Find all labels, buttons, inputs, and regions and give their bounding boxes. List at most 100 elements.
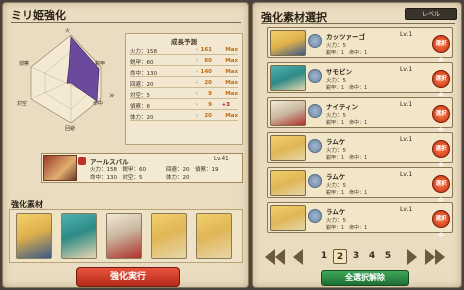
item-stats: 鋭甲：1 命中：1	[326, 155, 368, 161]
item-level: Lv.1	[400, 66, 413, 73]
enhance-execute-button[interactable]: 強化実行	[76, 267, 180, 287]
item-name: ラムケ	[326, 173, 346, 181]
item-level: Lv.1	[400, 136, 413, 143]
growth-row: 偵察：6 › 9 +3	[130, 101, 238, 110]
item-stats: 火力：5	[326, 113, 346, 119]
list-item[interactable]: カッツァーゴ Lv.1 火力：5 鋭甲：1 命中：1 選択中	[267, 27, 453, 64]
rarity-badge-icon	[78, 157, 86, 165]
item-level: Lv.1	[400, 206, 413, 213]
last-page-icon[interactable]	[425, 249, 435, 265]
item-stats: 火力：5	[326, 78, 346, 84]
character-portrait	[270, 65, 306, 91]
clear-selection-button[interactable]: 全選択解除	[321, 270, 409, 286]
item-level: Lv.1	[400, 31, 413, 38]
page-number[interactable]: 5	[381, 249, 395, 264]
arrow-icon: ›	[195, 47, 198, 53]
growth-value: 9	[208, 91, 212, 97]
selected-badge[interactable]: 選択中	[432, 70, 450, 99]
stat-radar-chart: 火 鋭甲 命中 回避 対空 偵察	[11, 27, 107, 139]
first-page-icon[interactable]	[265, 249, 275, 265]
prev-page-icon[interactable]	[293, 249, 303, 265]
character-stats: 火力：158 鋭甲：60	[90, 167, 146, 173]
item-name: ラムケ	[326, 138, 346, 146]
item-stats: 火力：5	[326, 183, 346, 189]
character-portrait	[43, 155, 77, 181]
material-slot[interactable]	[196, 213, 232, 259]
item-stats: 鋭甲：1 命中：1	[326, 120, 368, 126]
type-icon	[308, 104, 322, 118]
plus-value: +3	[221, 102, 230, 108]
growth-row: 体力：20 › 20 Max	[130, 112, 238, 121]
first-page-icon[interactable]	[275, 249, 285, 265]
max-badge: Max	[225, 58, 238, 64]
title-divider	[261, 23, 455, 24]
material-slot[interactable]	[61, 213, 97, 259]
character-stats: 命中：130 対空：5	[90, 175, 143, 181]
type-icon	[308, 174, 322, 188]
growth-row: 命中：130 › 140 Max	[130, 68, 238, 77]
max-badge: Max	[225, 113, 238, 119]
selected-badge[interactable]: 選択中	[432, 140, 450, 169]
selected-badge[interactable]: 選択中	[432, 35, 450, 64]
material-select-panel: 強化素材選択 レベル カッツァーゴ Lv.1 火力：5 鋭甲：1 命中：1 選択…	[252, 2, 462, 288]
character-portrait	[270, 30, 306, 56]
item-stats: 火力：5	[326, 218, 346, 224]
max-badge: Max	[225, 69, 238, 75]
page-number[interactable]: 1	[317, 249, 331, 264]
type-icon	[308, 69, 322, 83]
list-item[interactable]: ラムケ Lv.1 火力：5 鋭甲：1 命中：1 選択中	[267, 202, 453, 239]
selected-badge[interactable]: 選択中	[432, 175, 450, 204]
growth-value: 161	[200, 47, 212, 53]
growth-row: 対空：5 › 9 Max	[130, 90, 238, 99]
page-number[interactable]: 3	[349, 249, 363, 264]
growth-arrow-icon: »	[109, 91, 115, 101]
list-item[interactable]: ラムケ Lv.1 火力：5 鋭甲：1 命中：1 選択中	[267, 167, 453, 204]
character-portrait	[270, 205, 306, 231]
enhance-panel: ミリ姫強化 火 鋭甲 命中 回避 対空 偵察 » 成長予測 火力：158 › 1…	[2, 2, 249, 288]
material-slot[interactable]	[151, 213, 187, 259]
arrow-icon: ›	[195, 102, 198, 108]
next-page-icon[interactable]	[407, 249, 417, 265]
growth-stat: 偵察：6	[130, 104, 150, 110]
character-portrait	[270, 100, 306, 126]
materials-slots	[9, 209, 243, 263]
item-name: ラムケ	[326, 208, 346, 216]
page-number-current[interactable]: 2	[333, 249, 347, 264]
list-item[interactable]: サモビン Lv.1 火力：5 鋭甲：1 命中：1 選択中	[267, 62, 453, 99]
item-name: ナイティン	[326, 103, 358, 111]
radar-label: 偵察	[19, 61, 30, 67]
list-item[interactable]: ラムケ Lv.1 火力：5 鋭甲：1 命中：1 選択中	[267, 132, 453, 169]
arrow-icon: ›	[195, 58, 198, 64]
growth-prediction-box: 成長予測 火力：158 › 161 Max 鋭甲：60 › 60 Max 命中：…	[125, 33, 243, 145]
growth-stat: 体力：20	[130, 115, 154, 121]
arrow-icon: ›	[195, 69, 198, 75]
character-portrait	[270, 170, 306, 196]
item-stats: 鋭甲：1 命中：1	[326, 50, 368, 56]
growth-value: 140	[200, 69, 212, 75]
type-icon	[308, 34, 322, 48]
type-icon	[308, 139, 322, 153]
base-character-card[interactable]: アールスバル Lv.41 火力：158 鋭甲：60 命中：130 対空：5 回避…	[41, 153, 243, 183]
selected-badge[interactable]: 選択中	[432, 105, 450, 134]
character-stats: 体力：20	[166, 175, 190, 181]
sort-level-button[interactable]: レベル	[405, 8, 457, 20]
growth-value: 60	[204, 58, 212, 64]
max-badge: Max	[225, 47, 238, 53]
growth-row: 鋭甲：60 › 60 Max	[130, 57, 238, 66]
radar-label: 鋭甲	[95, 61, 106, 67]
item-name: サモビン	[326, 68, 352, 76]
page-title: ミリ姫強化	[11, 9, 66, 22]
last-page-icon[interactable]	[435, 249, 445, 265]
selected-badge[interactable]: 選択中	[432, 210, 450, 239]
growth-stat: 回避：20	[130, 82, 154, 88]
material-slot[interactable]	[106, 213, 142, 259]
growth-stat: 命中：130	[130, 71, 157, 77]
page-number[interactable]: 4	[365, 249, 379, 264]
arrow-icon: ›	[195, 80, 198, 86]
list-item[interactable]: ナイティン Lv.1 火力：5 鋭甲：1 命中：1 選択中	[267, 97, 453, 134]
growth-title: 成長予測	[171, 38, 197, 46]
item-stats: 鋭甲：1 命中：1	[326, 190, 368, 196]
growth-stat: 火力：158	[130, 49, 157, 55]
arrow-icon: ›	[195, 91, 198, 97]
material-slot[interactable]	[16, 213, 52, 259]
